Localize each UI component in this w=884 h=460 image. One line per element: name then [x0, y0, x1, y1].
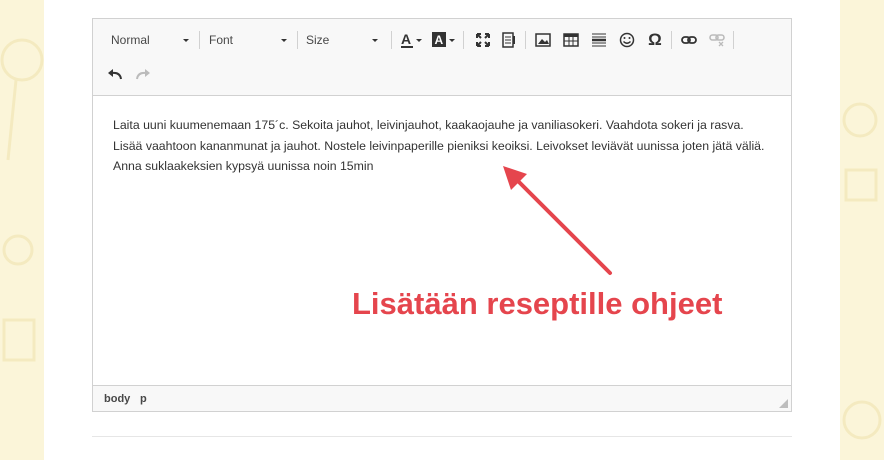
annotation-label: Lisätään reseptille ohjeet — [352, 286, 723, 321]
annotation-arrow — [501, 164, 614, 277]
